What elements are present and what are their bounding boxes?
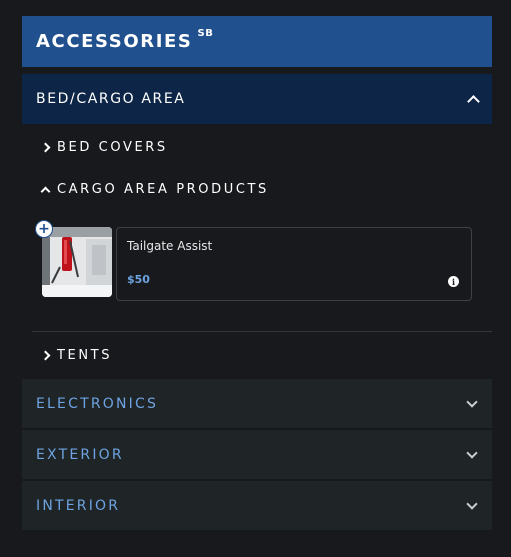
section-bed-cargo-area[interactable]: BED/CARGO AREA [22, 74, 492, 124]
tailgate-assist-image [42, 227, 112, 297]
product-price: $50 [127, 273, 150, 286]
chevron-down-icon [466, 395, 478, 408]
subsection-cargo-area-products[interactable]: CARGO AREA PRODUCTS [40, 182, 269, 197]
section-label: BED/CARGO AREA [36, 91, 186, 107]
info-icon[interactable]: i [448, 276, 459, 287]
chevron-down-icon [466, 446, 478, 459]
section-electronics[interactable]: ELECTRONICS [22, 379, 492, 428]
chevron-right-icon [40, 350, 51, 361]
section-label: ELECTRONICS [36, 395, 159, 412]
subsection-label: TENTS [57, 348, 113, 363]
accessories-panel: ACCESSORIES SB BED/CARGO AREA BED COVERS… [22, 16, 492, 530]
product-name: Tailgate Assist [127, 239, 213, 253]
chevron-down-icon [466, 497, 478, 510]
subsection-tents[interactable]: TENTS [40, 348, 113, 363]
model-code: SB [197, 28, 214, 39]
page-title: ACCESSORIES [36, 31, 193, 52]
section-exterior[interactable]: EXTERIOR [22, 430, 492, 479]
subsection-label: CARGO AREA PRODUCTS [57, 182, 269, 197]
add-product-button[interactable]: + [35, 220, 53, 238]
section-label: EXTERIOR [36, 446, 124, 463]
section-label: INTERIOR [36, 497, 121, 514]
chevron-up-icon [40, 186, 51, 196]
product-card[interactable]: Tailgate Assist $50 i [116, 227, 472, 301]
product-thumbnail[interactable] [42, 227, 112, 297]
accessories-header: ACCESSORIES SB [22, 16, 492, 67]
subsection-label: BED COVERS [57, 140, 168, 155]
chevron-right-icon [40, 142, 51, 153]
subsection-bed-covers[interactable]: BED COVERS [40, 140, 168, 155]
chevron-up-icon [467, 94, 480, 108]
divider [32, 331, 492, 332]
section-interior[interactable]: INTERIOR [22, 481, 492, 530]
